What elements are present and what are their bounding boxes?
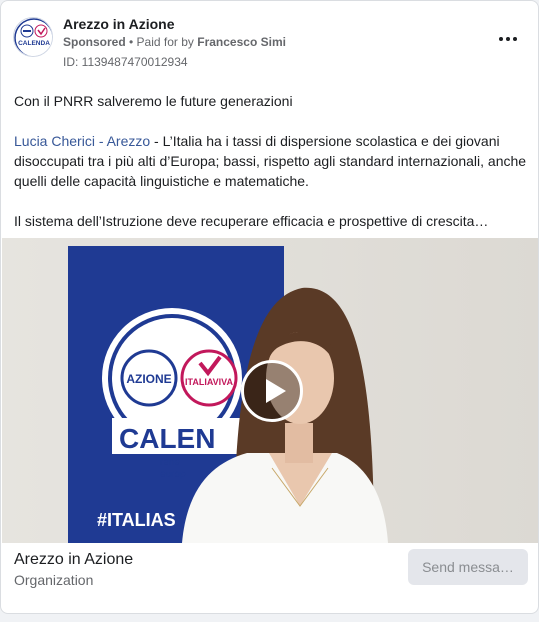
send-message-button[interactable]: Send messa…: [408, 549, 528, 585]
post-paragraph-1: Lucia Cherici - Arezzo - L’Italia ha i t…: [14, 131, 530, 191]
video-player[interactable]: AZIONE ITALIAVIVA CALEN rene europ #ITAL…: [2, 238, 538, 543]
svg-text:CALEN: CALEN: [119, 423, 215, 454]
separator-dot: •: [125, 35, 137, 49]
footer-category: Organization: [14, 572, 94, 588]
svg-text:rene: rene: [160, 457, 180, 468]
svg-text:ITALIAVIVA: ITALIAVIVA: [185, 377, 233, 387]
footer-page-name[interactable]: Arezzo in Azione: [14, 551, 133, 569]
calenda-logo-icon: CALENDA: [14, 18, 52, 56]
post-headline: Con il PNRR salveremo le future generazi…: [14, 93, 293, 109]
post-paragraph-2: Il sistema dell’Istruzione deve recupera…: [14, 213, 489, 229]
author-link[interactable]: Lucia Cherici - Arezzo: [14, 133, 150, 149]
ad-footer: Arezzo in Azione Organization Send messa…: [14, 547, 528, 593]
sponsored-label: Sponsored: [63, 35, 126, 49]
post-header: CALENDA Arezzo in Azione Sponsored • Pai…: [13, 13, 526, 73]
svg-text:europ: europ: [160, 469, 186, 480]
payer-name: Francesco Simi: [197, 35, 286, 49]
more-options-icon[interactable]: [494, 27, 522, 51]
svg-text:AZIONE: AZIONE: [126, 372, 171, 386]
paid-for-label: Paid for by: [136, 35, 198, 49]
play-button-icon[interactable]: [241, 360, 303, 422]
svg-text:#ITALIAS: #ITALIAS: [97, 510, 176, 530]
sponsor-line: Sponsored • Paid for by Francesco Simi: [63, 35, 286, 49]
svg-text:CALENDA: CALENDA: [18, 40, 50, 47]
ad-card: CALENDA Arezzo in Azione Sponsored • Pai…: [0, 0, 539, 614]
ad-id: ID: 1139487470012934: [63, 55, 188, 69]
page-avatar[interactable]: CALENDA: [13, 17, 53, 57]
post-body: Con il PNRR salveremo le future generazi…: [14, 91, 530, 251]
page-name-link[interactable]: Arezzo in Azione: [63, 16, 175, 32]
